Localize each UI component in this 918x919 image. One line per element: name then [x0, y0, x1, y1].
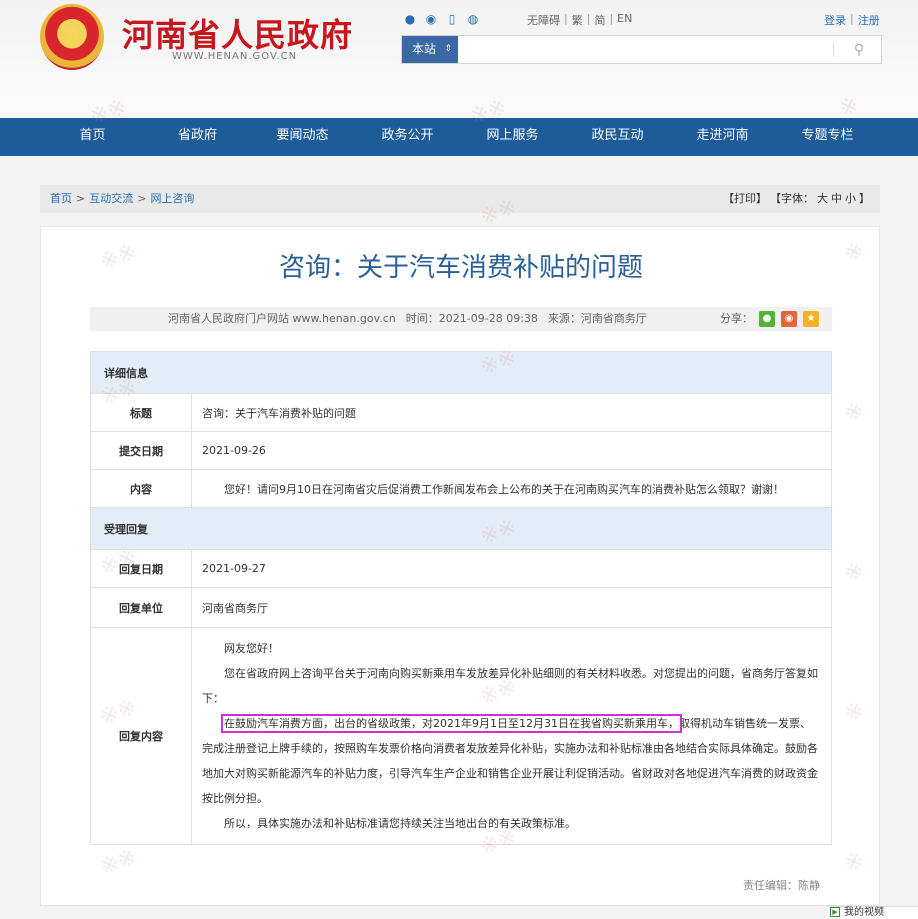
meta-source: 来源：河南省商务厅 [547, 312, 647, 325]
breadcrumb: 首页 > 互动交流 > 网上咨询 [50, 185, 194, 213]
article-meta: 河南省人民政府门户网站 www.henan.gov.cn 时间：2021-09-… [90, 307, 832, 331]
font-large-button[interactable]: 大 [817, 185, 828, 213]
submit-date-value: 2021-09-26 [191, 431, 832, 470]
content-label: 内容 [90, 469, 192, 508]
reply-paragraph-3: 所以，具体实施办法和补贴标准请您持续关注当地出台的有关政策标准。 [224, 817, 576, 830]
weibo-icon[interactable]: ◉ [424, 12, 438, 26]
search-scope-select[interactable]: 本站 ⇕ [402, 36, 458, 63]
wechat-icon[interactable]: ● [403, 12, 417, 26]
details-section-title: 详细信息 [90, 351, 832, 394]
nav-item-home[interactable]: 首页 [40, 118, 145, 156]
responsible-editor: 责任编辑：陈静 [743, 879, 820, 892]
share-bar: 分享： ● ◉ ★ [720, 307, 819, 331]
traditional-link[interactable]: 繁 [572, 12, 583, 28]
reply-unit-label: 回复单位 [90, 587, 192, 628]
reply-paragraph-2-rest: 取得机动车销售统一发票、完成注册登记上牌手续的，按照购车发票价格向消费者发放差异… [202, 717, 818, 805]
english-link[interactable]: EN [617, 12, 632, 28]
consultation-table: 详细信息 标题 咨询：关于汽车消费补贴的问题 提交日期 2021-09-26 内… [90, 351, 832, 845]
account-links: 登录 | 注册 [824, 12, 880, 28]
submit-date-label: 提交日期 [90, 431, 192, 470]
share-weibo-icon[interactable]: ◉ [781, 311, 797, 327]
reply-paragraph-1: 您在省政府网上咨询平台关于河南向购买新乘用车发放差异化补贴细则的有关材料收悉。对… [202, 667, 818, 705]
content-value: 您好！请问9月10日在河南省灾后促消费工作新闻发布会上公布的关于在河南购买汽车的… [191, 469, 832, 508]
meta-source-site: 河南省人民政府门户网站 www.henan.gov.cn [168, 312, 396, 325]
breadcrumb-bar: 首页 > 互动交流 > 网上咨询 【打印】 【字体： 大 中 小 】 [40, 185, 880, 213]
updown-arrow-icon: ⇕ [444, 44, 452, 54]
table-row: 回复日期 2021-09-27 [90, 549, 832, 588]
mini-player-label: 我的视频 [844, 907, 884, 918]
table-row: 标题 咨询：关于汽车消费补贴的问题 [90, 393, 832, 432]
meta-time: 时间：2021-09-28 09:38 [405, 312, 538, 325]
reply-paragraph-2: 在鼓励汽车消费方面，出台的省级政策，对2021年9月1日至12月31日在我省购买… [202, 711, 821, 811]
reply-unit-value: 河南省商务厅 [191, 587, 832, 628]
breadcrumb-consult[interactable]: 网上咨询 [150, 185, 194, 213]
font-small-button[interactable]: 小 [845, 185, 856, 213]
nav-item-news[interactable]: 要闻动态 [250, 118, 355, 156]
accessibility-link[interactable]: 无障碍 [527, 12, 560, 28]
article-container: 咨询：关于汽车消费补贴的问题 河南省人民政府门户网站 www.henan.gov… [40, 226, 880, 906]
search-input[interactable] [460, 36, 840, 63]
search-bar: 本站 ⇕ ⚲ [401, 35, 882, 64]
reply-section-title: 受理回复 [90, 507, 832, 550]
breadcrumb-interaction[interactable]: 互动交流 [89, 185, 133, 213]
social-icons: ● ◉ ▯ ◍ [403, 12, 480, 26]
table-row: 内容 您好！请问9月10日在河南省灾后促消费工作新闻发布会上公布的关于在河南购买… [90, 469, 832, 508]
language-links: 无障碍 | 繁 | 简 | EN [527, 12, 633, 28]
nav-item-about-henan[interactable]: 走进河南 [670, 118, 775, 156]
reply-content-label: 回复内容 [90, 627, 192, 845]
table-row: 回复单位 河南省商务厅 [90, 587, 832, 628]
nav-item-online-services[interactable]: 网上服务 [460, 118, 565, 156]
mobile-icon[interactable]: ▯ [445, 12, 459, 26]
search-icon[interactable]: ⚲ [848, 39, 870, 61]
site-header: 河南省人民政府 WWW.HENAN.GOV.CN ● ◉ ▯ ◍ 无障碍 | 繁 |… [0, 0, 918, 118]
app-icon[interactable]: ◍ [466, 12, 480, 26]
nav-item-interaction[interactable]: 政民互动 [565, 118, 670, 156]
national-emblem-icon [40, 4, 104, 70]
nav-item-topics[interactable]: 专题专栏 [775, 118, 880, 156]
share-favorite-icon[interactable]: ★ [803, 311, 819, 327]
main-nav: 首页 省政府 要闻动态 政务公开 网上服务 政民互动 走进河南 专题专栏 [0, 118, 918, 156]
simplified-link[interactable]: 简 [594, 12, 605, 28]
title-value: 咨询：关于汽车消费补贴的问题 [191, 393, 832, 432]
reply-date-value: 2021-09-27 [191, 549, 832, 588]
share-label: 分享： [720, 312, 753, 325]
nav-item-province-gov[interactable]: 省政府 [145, 118, 250, 156]
table-row: 提交日期 2021-09-26 [90, 431, 832, 470]
breadcrumb-home[interactable]: 首页 [50, 185, 72, 213]
site-title[interactable]: 河南省人民政府 [122, 10, 353, 56]
page-tools: 【打印】 【字体： 大 中 小 】 [723, 185, 870, 213]
site-url: WWW.HENAN.GOV.CN [172, 51, 298, 62]
table-row: 回复内容 网友您好！ 您在省政府网上咨询平台关于河南向购买新乘用车发放差异化补贴… [90, 627, 832, 845]
highlighted-policy-text: 在鼓励汽车消费方面，出台的省级政策，对2021年9月1日至12月31日在我省购买… [221, 714, 682, 733]
font-size-close: 】 [859, 192, 870, 205]
print-link[interactable]: 【打印】 [723, 185, 767, 213]
font-medium-button[interactable]: 中 [831, 185, 842, 213]
login-link[interactable]: 登录 [824, 12, 846, 28]
search-divider [833, 42, 834, 57]
mini-video-player[interactable]: ▶ 我的视频 [826, 906, 918, 919]
search-scope-label: 本站 [412, 42, 437, 56]
nav-item-gov-affairs[interactable]: 政务公开 [355, 118, 460, 156]
reply-date-label: 回复日期 [90, 549, 192, 588]
share-wechat-icon[interactable]: ● [759, 311, 775, 327]
title-label: 标题 [90, 393, 192, 432]
register-link[interactable]: 注册 [858, 12, 880, 28]
page-title: 咨询：关于汽车消费补贴的问题 [278, 253, 643, 283]
reply-content: 网友您好！ 您在省政府网上咨询平台关于河南向购买新乘用车发放差异化补贴细则的有关… [191, 627, 832, 845]
reply-greeting: 网友您好！ [224, 642, 279, 655]
play-icon: ▶ [830, 907, 840, 917]
font-size-label: 【字体： [770, 192, 814, 205]
